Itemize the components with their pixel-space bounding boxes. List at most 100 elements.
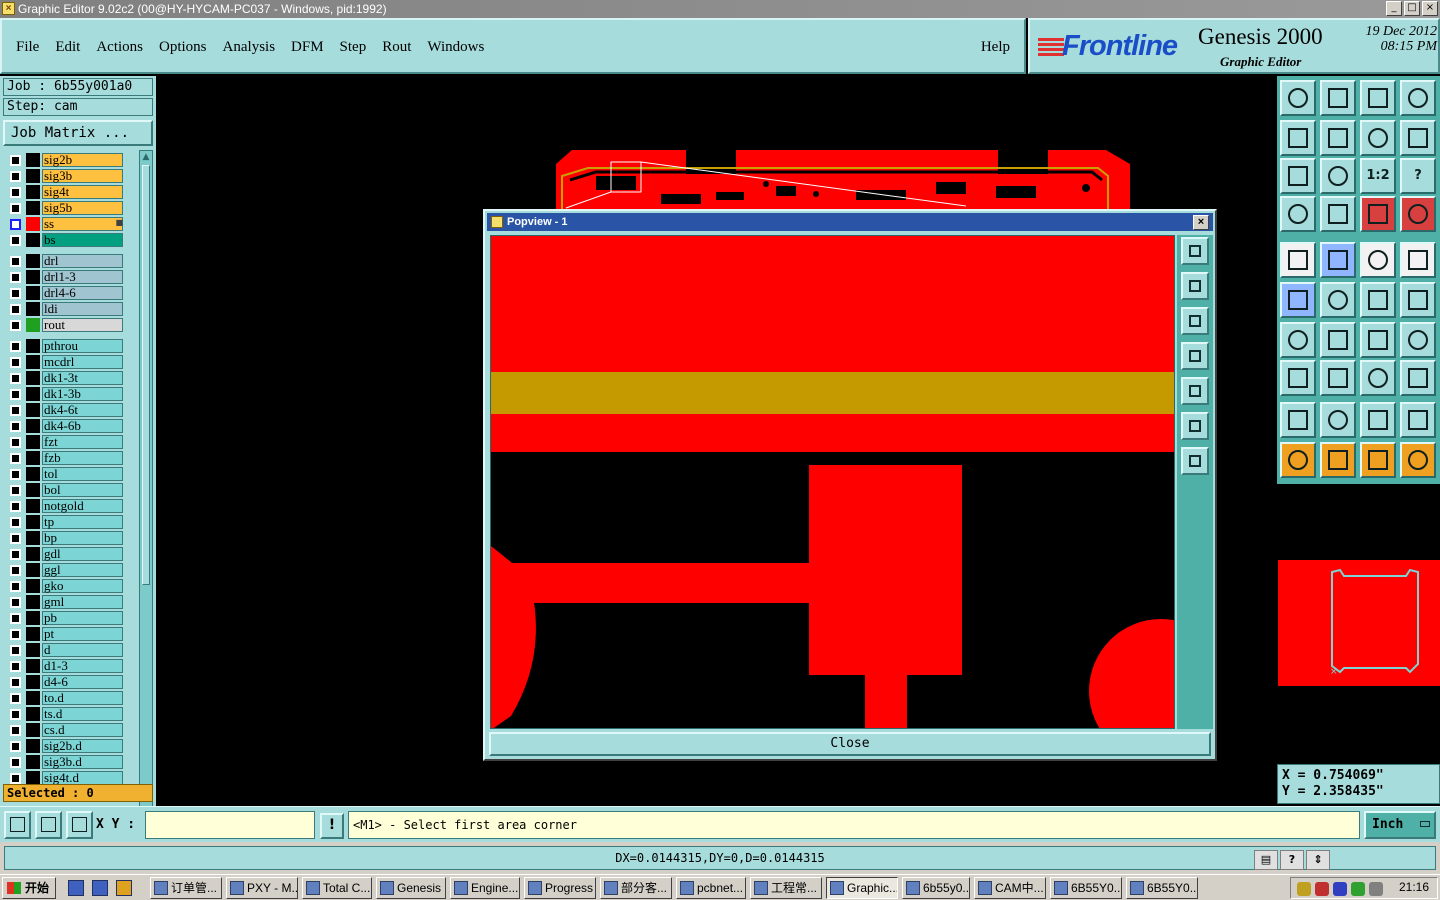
layer-row[interactable]: d4-6 — [3, 674, 137, 690]
taskbar-item[interactable]: Genesis — [376, 877, 446, 899]
layer-color-swatch[interactable] — [26, 254, 40, 268]
layer-name[interactable]: drl — [42, 254, 123, 268]
minimize-button[interactable]: _ — [1386, 1, 1402, 16]
layer-color-swatch[interactable] — [26, 499, 40, 513]
popview-tool-1[interactable] — [1181, 237, 1209, 265]
layer-color-swatch[interactable] — [26, 169, 40, 183]
layer-row[interactable]: rout — [3, 317, 137, 333]
tool-line-add-2-button[interactable] — [1400, 282, 1436, 318]
layer-checkbox[interactable] — [10, 501, 21, 512]
layer-name[interactable]: gml — [42, 595, 123, 609]
tool-export-button[interactable] — [1320, 120, 1356, 156]
layer-row[interactable]: ggl — [3, 562, 137, 578]
layer-row[interactable]: pthrou — [3, 338, 137, 354]
layer-checkbox[interactable] — [10, 187, 21, 198]
menu-options[interactable]: Options — [159, 39, 207, 56]
layer-checkbox[interactable] — [10, 741, 21, 752]
layer-color-swatch[interactable] — [26, 355, 40, 369]
taskbar-item[interactable]: Total C... — [302, 877, 372, 899]
layer-color-swatch[interactable] — [26, 217, 40, 231]
tool-text-a-button[interactable] — [1320, 402, 1356, 438]
tool-select-2-button[interactable] — [1360, 442, 1396, 478]
taskbar-item[interactable]: 部分客... — [600, 877, 672, 899]
layer-row[interactable]: ss ■ — [3, 216, 137, 232]
layer-checkbox[interactable] — [10, 171, 21, 182]
layer-row[interactable]: pt — [3, 626, 137, 642]
popview-canvas[interactable] — [490, 235, 1175, 729]
resize-icon[interactable]: ⇕ — [1306, 850, 1330, 870]
popview-close-icon[interactable]: × — [1193, 215, 1209, 230]
popview-close-button[interactable]: Close — [489, 732, 1211, 756]
popview-tool-3[interactable] — [1181, 307, 1209, 335]
tool-pad-move-button[interactable] — [1280, 360, 1316, 396]
tool-arc-tool-button[interactable] — [1360, 322, 1396, 358]
layer-checkbox[interactable] — [10, 661, 21, 672]
layer-name[interactable]: bp — [42, 531, 123, 545]
layer-row[interactable]: bp — [3, 530, 137, 546]
layer-row[interactable]: bs — [3, 232, 137, 248]
taskbar-item[interactable]: PXY - M... — [226, 877, 298, 899]
layer-name[interactable]: d — [42, 643, 123, 657]
layer-color-swatch[interactable] — [26, 579, 40, 593]
layer-checkbox[interactable] — [10, 485, 21, 496]
layer-row[interactable]: sig2b.d — [3, 738, 137, 754]
layer-color-swatch[interactable] — [26, 371, 40, 385]
layer-checkbox[interactable] — [10, 235, 21, 246]
layer-color-swatch[interactable] — [26, 707, 40, 721]
layer-color-swatch[interactable] — [26, 755, 40, 769]
layer-row[interactable]: drl4-6 — [3, 285, 137, 301]
tool-connect-button[interactable] — [1280, 282, 1316, 318]
layer-checkbox[interactable] — [10, 613, 21, 624]
tool-triangle-button[interactable] — [1280, 402, 1316, 438]
layer-name[interactable]: ts.d — [42, 707, 123, 721]
layer-name[interactable]: dk4-6b — [42, 419, 123, 433]
menu-help[interactable]: Help — [981, 39, 1010, 56]
tool-text-a-2-button[interactable] — [1360, 402, 1396, 438]
angle-icon[interactable] — [35, 811, 62, 839]
layer-name[interactable]: bol — [42, 483, 123, 497]
layer-checkbox[interactable] — [10, 320, 21, 331]
layer-checkbox[interactable] — [10, 549, 21, 560]
layer-row[interactable]: dk1-3b — [3, 386, 137, 402]
layer-row[interactable]: cs.d — [3, 722, 137, 738]
layer-checkbox[interactable] — [10, 757, 21, 768]
layer-color-swatch[interactable] — [26, 153, 40, 167]
layer-row[interactable]: fzt — [3, 434, 137, 450]
layer-row[interactable]: to.d — [3, 690, 137, 706]
tool-line-tool-button[interactable] — [1320, 360, 1356, 396]
layer-checkbox[interactable] — [10, 597, 21, 608]
tool-select-point-button[interactable] — [1280, 242, 1316, 278]
tool-pointer-button[interactable] — [1280, 442, 1316, 478]
job-matrix-button[interactable]: Job Matrix ... — [3, 120, 153, 146]
layer-color-swatch[interactable] — [26, 691, 40, 705]
layer-row[interactable]: notgold — [3, 498, 137, 514]
layer-name[interactable]: dk4-6t — [42, 403, 123, 417]
layer-color-swatch[interactable] — [26, 611, 40, 625]
layer-row[interactable]: ldi — [3, 301, 137, 317]
layer-name[interactable]: sig3b.d — [42, 755, 123, 769]
layer-row[interactable]: tol — [3, 466, 137, 482]
popview-tool-7[interactable] — [1181, 447, 1209, 475]
layer-name[interactable]: fzt — [42, 435, 123, 449]
layer-name[interactable]: mcdrl — [42, 355, 123, 369]
layer-checkbox[interactable] — [10, 272, 21, 283]
layer-checkbox[interactable] — [10, 219, 21, 230]
tool-angle-tool-button[interactable] — [1280, 322, 1316, 358]
tool-pad-button[interactable] — [1400, 242, 1436, 278]
tool-ruler-button[interactable] — [1360, 242, 1396, 278]
tool-snap-red-2-button[interactable] — [1400, 196, 1436, 232]
tool-import-button[interactable] — [1280, 120, 1316, 156]
layer-row[interactable]: sig3b.d — [3, 754, 137, 770]
layer-checkbox[interactable] — [10, 629, 21, 640]
tool-net-button[interactable] — [1400, 322, 1436, 358]
layer-name[interactable]: ss — [42, 217, 123, 231]
layer-checkbox[interactable] — [10, 155, 21, 166]
layer-checkbox[interactable] — [10, 517, 21, 528]
layer-color-swatch[interactable] — [26, 451, 40, 465]
layer-checkbox[interactable] — [10, 533, 21, 544]
tool-text-a-3-button[interactable] — [1400, 402, 1436, 438]
scroll-thumb[interactable] — [142, 165, 150, 585]
popview-title-bar[interactable]: Popview - 1 × — [487, 213, 1213, 231]
layer-row[interactable]: ts.d — [3, 706, 137, 722]
layer-name[interactable]: pthrou — [42, 339, 123, 353]
